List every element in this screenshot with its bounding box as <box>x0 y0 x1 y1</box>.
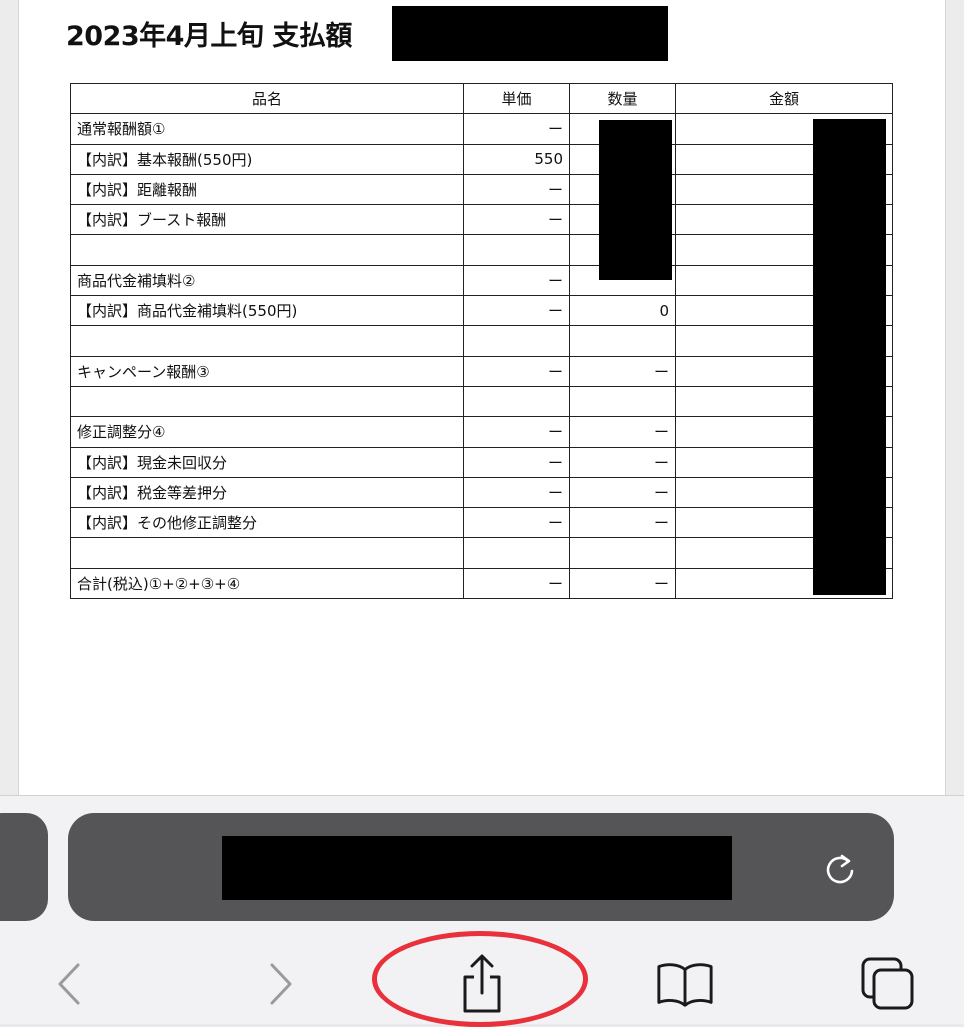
table-row <box>70 234 893 266</box>
cell-item-name: 商品代金補填料② <box>70 264 464 297</box>
cell-unit-price <box>463 325 570 357</box>
cell-item-name: 修正調整分④ <box>70 416 464 448</box>
cell-unit-price <box>463 537 570 569</box>
cell-unit-price: ー <box>463 204 570 236</box>
back-button[interactable] <box>40 954 100 1014</box>
cell-quantity <box>569 537 676 569</box>
cell-item-name: 【内訳】税金等差押分 <box>70 476 464 509</box>
cell-item-name: 【内訳】ブースト報酬 <box>70 204 464 236</box>
cell-item-name <box>70 385 464 418</box>
chevron-left-icon <box>58 963 80 1005</box>
previous-tab-preview[interactable] <box>0 813 48 921</box>
chevron-right-icon <box>270 963 292 1005</box>
cell-unit-price: ー <box>463 567 570 600</box>
header-item-name: 品名 <box>70 82 464 115</box>
address-bar[interactable] <box>68 813 894 921</box>
cell-item-name: 【内訳】距離報酬 <box>70 173 464 206</box>
cell-quantity: ー <box>569 507 676 539</box>
table-row: 通常報酬額① ー <box>70 113 893 145</box>
cell-item-name: 【内訳】基本報酬(550円) <box>70 143 464 175</box>
table-row: 【内訳】税金等差押分ーー <box>70 476 893 509</box>
redaction-box <box>813 119 886 595</box>
table-row: キャンペーン報酬③ ーー <box>70 355 893 387</box>
table-row: 修正調整分④ ーー <box>70 416 893 448</box>
reload-icon[interactable] <box>818 847 862 891</box>
browser-toolbar <box>0 795 964 1027</box>
header-unit-price: 単価 <box>463 82 570 115</box>
cell-item-name: 【内訳】その他修正調整分 <box>70 507 464 539</box>
table-row: 【内訳】その他修正調整分ーー <box>70 507 893 539</box>
cell-item-name: キャンペーン報酬③ <box>70 355 464 387</box>
url-redaction <box>222 836 732 900</box>
cell-unit-price: ー <box>463 295 570 327</box>
table-row <box>70 385 893 418</box>
cell-unit-price: ー <box>463 173 570 206</box>
share-highlight-circle <box>372 931 588 1027</box>
tabs-button[interactable] <box>858 954 918 1014</box>
table-row: 【内訳】商品代金補填料(550円) ー 0 <box>70 295 893 327</box>
cell-quantity: ー <box>569 567 676 600</box>
cell-item-name: 合計(税込)①+②+③+④ <box>70 567 464 600</box>
page-title: 2023年4月上旬 支払額 <box>66 21 352 52</box>
cell-item-name: 通常報酬額① <box>70 113 464 145</box>
cell-unit-price: ー <box>463 113 570 145</box>
cell-unit-price <box>463 385 570 418</box>
bookmarks-button[interactable] <box>655 954 715 1014</box>
cell-item-name: 【内訳】現金未回収分 <box>70 446 464 478</box>
cell-quantity: ー <box>569 416 676 448</box>
cell-item-name <box>70 325 464 357</box>
document-viewport[interactable]: 2023年4月上旬 支払額 品名 単価 数量 金額 通常報酬額① ー【内訳】基本報… <box>0 0 964 795</box>
table-row: 【内訳】距離報酬ー <box>70 173 893 206</box>
cell-quantity: 0 <box>569 295 676 327</box>
header-amount: 金額 <box>675 82 893 115</box>
cell-unit-price: 550 <box>463 143 570 175</box>
redaction-box <box>392 6 668 61</box>
redaction-box <box>599 120 672 280</box>
table-row: 合計(税込)①+②+③+④ ーー <box>70 567 893 600</box>
cell-item-name <box>70 234 464 266</box>
table-header-row: 品名 単価 数量 金額 <box>70 82 893 115</box>
tabs-icon <box>861 957 914 1010</box>
cell-quantity: ー <box>569 355 676 387</box>
cell-unit-price: ー <box>463 355 570 387</box>
cell-quantity: ー <box>569 476 676 509</box>
table-row: 【内訳】ブースト報酬ー <box>70 204 893 236</box>
cell-quantity <box>569 385 676 418</box>
forward-button[interactable] <box>250 954 310 1014</box>
table-row: 【内訳】基本報酬(550円) 550 <box>70 143 893 175</box>
table-row: 商品代金補填料② ー <box>70 264 893 297</box>
cell-unit-price: ー <box>463 264 570 297</box>
cell-unit-price <box>463 234 570 266</box>
header-quantity: 数量 <box>569 82 676 115</box>
cell-unit-price: ー <box>463 476 570 509</box>
cell-unit-price: ー <box>463 416 570 448</box>
book-icon <box>657 963 713 1007</box>
payment-table: 品名 単価 数量 金額 通常報酬額① ー【内訳】基本報酬(550円) 550 【内訳】… <box>70 82 893 600</box>
table-row: 【内訳】現金未回収分ーー <box>70 446 893 478</box>
cell-item-name <box>70 537 464 569</box>
cell-unit-price: ー <box>463 507 570 539</box>
cell-item-name: 【内訳】商品代金補填料(550円) <box>70 295 464 327</box>
table-row <box>70 325 893 357</box>
cell-unit-price: ー <box>463 446 570 478</box>
cell-quantity: ー <box>569 446 676 478</box>
table-row <box>70 537 893 569</box>
cell-quantity <box>569 325 676 357</box>
